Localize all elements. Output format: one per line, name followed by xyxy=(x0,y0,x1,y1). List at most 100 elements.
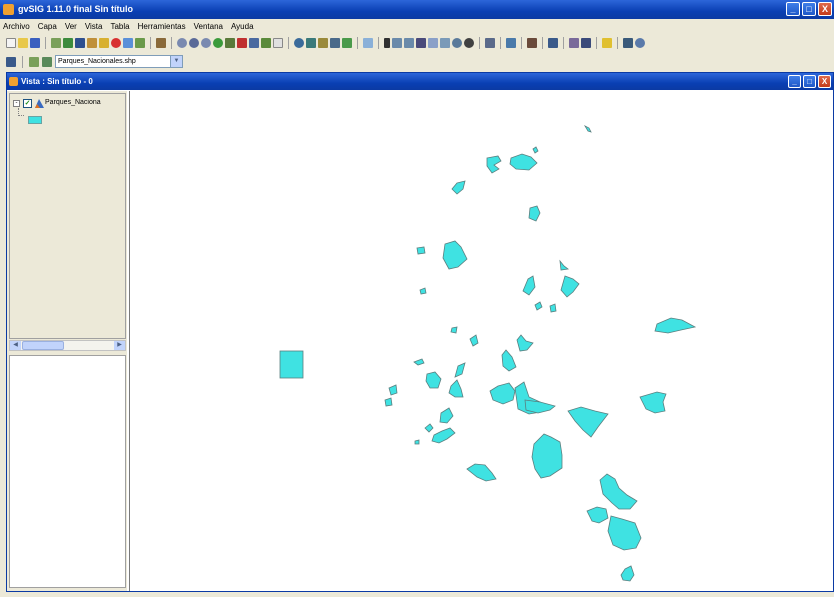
park-polygon[interactable] xyxy=(466,463,497,482)
menu-archivo[interactable]: Archivo xyxy=(2,22,31,31)
monitor-icon[interactable] xyxy=(623,38,633,48)
new-document-icon[interactable] xyxy=(6,38,16,48)
select-point-icon[interactable] xyxy=(452,38,462,48)
park-polygon[interactable] xyxy=(419,287,427,295)
select-rect-icon[interactable] xyxy=(392,38,402,48)
park-polygon[interactable] xyxy=(532,146,539,154)
view-maximize-button[interactable]: □ xyxy=(803,75,816,88)
select-layer-icon[interactable] xyxy=(416,38,426,48)
info-icon[interactable] xyxy=(294,38,304,48)
zoom-window-icon[interactable] xyxy=(201,38,211,48)
layer-symbol-swatch[interactable] xyxy=(28,116,42,124)
park-polygon[interactable] xyxy=(451,180,466,195)
menu-ayuda[interactable]: Ayuda xyxy=(230,22,255,31)
find-icon[interactable] xyxy=(581,38,591,48)
menu-capa[interactable]: Capa xyxy=(37,22,58,31)
park-polygon[interactable] xyxy=(522,275,536,296)
park-polygon[interactable] xyxy=(567,406,609,438)
save-icon[interactable] xyxy=(30,38,40,48)
magnifier-icon[interactable] xyxy=(635,38,645,48)
app-title-bar[interactable]: gvSIG 1.11.0 final Sin título _ □ X xyxy=(0,0,834,19)
park-polygon[interactable] xyxy=(501,349,517,372)
chevron-down-icon[interactable]: ▼ xyxy=(170,56,182,67)
park-polygon[interactable] xyxy=(528,205,541,222)
park-polygon[interactable] xyxy=(559,259,570,271)
properties-icon[interactable] xyxy=(123,38,133,48)
view-minimize-button[interactable]: _ xyxy=(788,75,801,88)
scroll-right-icon[interactable]: ▶ xyxy=(114,341,125,350)
layer-select[interactable]: Parques_Nacionales.shp ▼ xyxy=(55,55,183,68)
binoculars-icon[interactable] xyxy=(318,38,328,48)
close-button[interactable]: X xyxy=(818,2,832,16)
pointer-icon[interactable] xyxy=(384,38,390,48)
map-drawing[interactable] xyxy=(130,91,834,591)
park-polygon[interactable] xyxy=(489,382,516,405)
edit-icon[interactable] xyxy=(87,38,97,48)
layer-icon[interactable] xyxy=(135,38,145,48)
geo-icon[interactable] xyxy=(569,38,579,48)
park-polygon[interactable] xyxy=(469,334,479,347)
scroll-thumb[interactable] xyxy=(22,341,64,350)
layer-visibility-checkbox[interactable]: ✓ xyxy=(23,99,32,108)
park-polygon[interactable] xyxy=(531,433,563,479)
table-icon[interactable] xyxy=(330,38,340,48)
view-close-button[interactable]: X xyxy=(818,75,831,88)
park-polygon[interactable] xyxy=(599,473,638,510)
zoom-out-icon[interactable] xyxy=(189,38,199,48)
park-polygon[interactable] xyxy=(279,350,304,379)
menu-vista[interactable]: Vista xyxy=(84,22,104,31)
select-line-icon[interactable] xyxy=(440,38,450,48)
park-polygon[interactable] xyxy=(620,565,635,582)
park-polygon[interactable] xyxy=(654,317,697,334)
park-polygon[interactable] xyxy=(583,125,592,133)
park-polygon[interactable] xyxy=(516,334,534,352)
select-icon[interactable] xyxy=(261,38,271,48)
clear-selection-icon[interactable] xyxy=(237,38,247,48)
park-polygon[interactable] xyxy=(524,399,556,414)
park-polygon[interactable] xyxy=(425,371,442,389)
tool-icon[interactable] xyxy=(156,38,166,48)
zoom-in-icon[interactable] xyxy=(177,38,187,48)
select-circle-icon[interactable] xyxy=(428,38,438,48)
park-polygon[interactable] xyxy=(450,326,458,334)
park-polygon[interactable] xyxy=(413,358,425,366)
park-polygon[interactable] xyxy=(416,246,426,255)
layer-tool-icon[interactable] xyxy=(63,38,73,48)
park-polygon[interactable] xyxy=(424,423,434,433)
brush-icon[interactable] xyxy=(99,38,109,48)
park-polygon[interactable] xyxy=(549,303,557,313)
layout-icon[interactable] xyxy=(75,38,85,48)
wand-icon[interactable] xyxy=(602,38,612,48)
menu-ventana[interactable]: Ventana xyxy=(193,22,224,31)
print-icon[interactable] xyxy=(485,38,495,48)
stop-icon[interactable] xyxy=(111,38,121,48)
layer-edit-icon[interactable] xyxy=(42,56,52,67)
map-canvas[interactable] xyxy=(129,91,833,591)
park-polygon[interactable] xyxy=(442,240,468,270)
edit-pencil-icon[interactable] xyxy=(29,56,39,67)
park-polygon[interactable] xyxy=(586,506,609,524)
select-poly-icon[interactable] xyxy=(404,38,414,48)
park-polygon[interactable] xyxy=(509,153,538,171)
pan-icon[interactable] xyxy=(273,38,283,48)
menu-ver[interactable]: Ver xyxy=(64,22,78,31)
hand-icon[interactable] xyxy=(527,38,537,48)
view-title-bar[interactable]: Vista : Sin título - 0 _ □ X xyxy=(7,73,833,90)
area-icon[interactable] xyxy=(342,38,352,48)
full-extent-icon[interactable] xyxy=(213,38,223,48)
toc-horizontal-scrollbar[interactable]: ◀ ▶ xyxy=(9,340,126,351)
park-polygon[interactable] xyxy=(414,439,420,445)
minimize-button[interactable]: _ xyxy=(786,2,800,16)
collapse-icon[interactable]: - xyxy=(13,100,20,107)
park-polygon[interactable] xyxy=(384,397,393,407)
add-layer-icon[interactable] xyxy=(51,38,61,48)
menu-herramientas[interactable]: Herramientas xyxy=(137,22,187,31)
locator-map[interactable] xyxy=(9,355,126,588)
park-polygon[interactable] xyxy=(431,427,456,444)
park-polygon[interactable] xyxy=(448,379,464,398)
measure-icon[interactable] xyxy=(306,38,316,48)
grid-icon[interactable] xyxy=(506,38,516,48)
park-polygon[interactable] xyxy=(607,515,642,551)
zoom-select-icon[interactable] xyxy=(225,38,235,48)
edit-layer-icon[interactable] xyxy=(548,38,558,48)
